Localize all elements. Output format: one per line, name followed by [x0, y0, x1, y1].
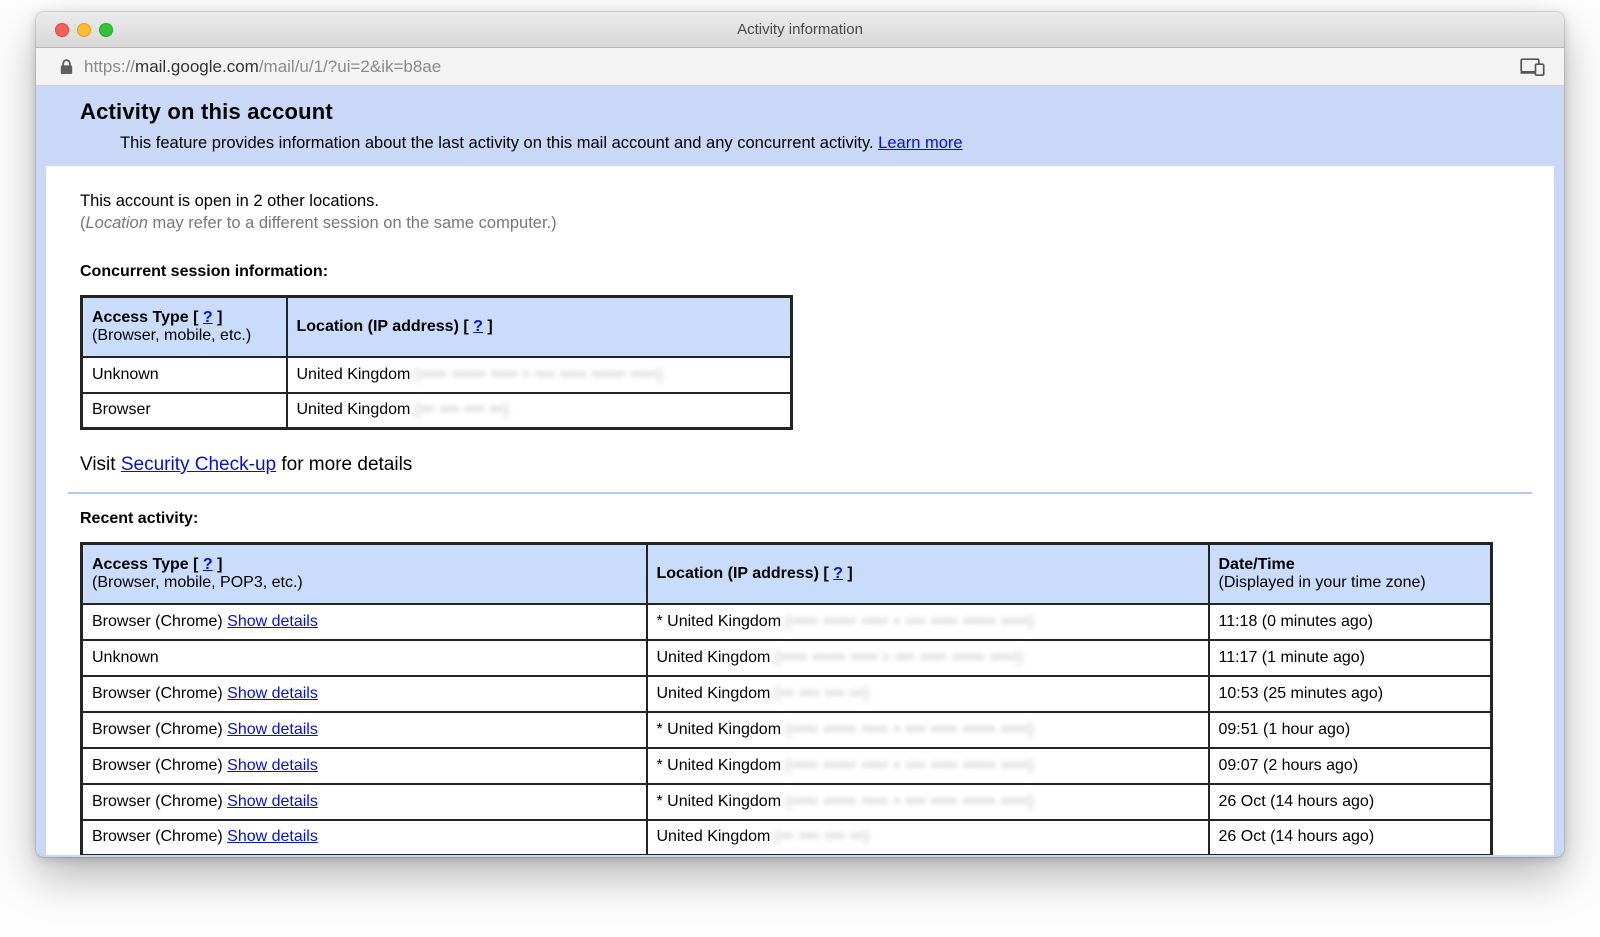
datetime-cell: 26 Oct (14 hours ago): [1209, 820, 1492, 856]
table-row: UnknownUnited Kingdom (•••• ••••• •••• •…: [82, 640, 1492, 676]
location-cell: United Kingdom (•• ••• ••• ••): [647, 676, 1209, 712]
window-title: Activity information: [737, 21, 863, 38]
show-details-link[interactable]: Show details: [227, 721, 318, 738]
devices-icon[interactable]: [1520, 58, 1546, 76]
access-type-cell: Browser (Chrome) Show details: [82, 820, 647, 856]
table-row: Browser (Chrome) Show details* United Ki…: [82, 748, 1492, 784]
learn-more-link[interactable]: Learn more: [878, 134, 962, 152]
show-details-link[interactable]: Show details: [227, 828, 318, 845]
location-note: (Location may refer to a different sessi…: [80, 214, 1520, 233]
page-description: This feature provides information about …: [120, 134, 1520, 153]
column-subtitle: (Browser, mobile, etc.): [92, 327, 251, 344]
show-details-link[interactable]: Show details: [227, 757, 318, 774]
activity-page: Activity on this account This feature pr…: [36, 86, 1564, 855]
location-note-italic: Location: [86, 214, 148, 232]
table-row: Browser (Chrome) Show details* United Ki…: [82, 712, 1492, 748]
location-cell: United Kingdom (•••• ••••• •••• • ••• ••…: [647, 640, 1209, 676]
datetime-cell: 26 Oct (14 hours ago): [1209, 784, 1492, 820]
column-header: Access Type [ ? ](Browser, mobile, POP3,…: [82, 544, 647, 604]
location-cell: United Kingdom (•••• ••••• •••• • ••• ••…: [287, 357, 792, 393]
datetime-cell: 11:17 (1 minute ago): [1209, 640, 1492, 676]
location-cell: * United Kingdom (•••• ••••• •••• • ••• …: [647, 748, 1209, 784]
browser-window: Activity information https://mail.google…: [36, 12, 1564, 857]
lock-icon: [60, 58, 73, 75]
page-header: Activity on this account This feature pr…: [36, 86, 1564, 166]
table-header-row: Access Type [ ? ](Browser, mobile, POP3,…: [82, 544, 1492, 604]
account-open-summary: This account is open in 2 other location…: [80, 192, 1520, 211]
redacted-ip: (•••• ••••• •••• • ••• •••• ••••• ••••): [785, 793, 1034, 810]
content-panel: This account is open in 2 other location…: [46, 166, 1554, 855]
location-cell: * United Kingdom (•••• ••••• •••• • ••• …: [647, 604, 1209, 640]
table-row: UnknownUnited Kingdom (•••• ••••• •••• •…: [82, 357, 792, 393]
redacted-ip: (•• ••• ••• ••): [775, 828, 870, 845]
column-header: Location (IP address) [ ? ]: [287, 297, 792, 357]
concurrent-session-heading: Concurrent session information:: [80, 263, 1520, 281]
redacted-ip: (•••• ••••• •••• • ••• •••• ••••• ••••): [775, 649, 1024, 666]
redacted-ip: (•• ••• ••• ••): [775, 685, 870, 702]
concurrent-session-table: Access Type [ ? ](Browser, mobile, etc.)…: [80, 295, 793, 430]
datetime-cell: 11:18 (0 minutes ago): [1209, 604, 1492, 640]
url-text[interactable]: https://mail.google.com/mail/u/1/?ui=2&i…: [84, 57, 1509, 77]
table-row: Browser (Chrome) Show details* United Ki…: [82, 784, 1492, 820]
show-details-link[interactable]: Show details: [227, 793, 318, 810]
zoom-window-button[interactable]: [99, 23, 113, 37]
redacted-ip: (•• ••• ••• ••): [415, 401, 510, 418]
table-row: Browser (Chrome) Show details* United Ki…: [82, 604, 1492, 640]
url-path: /mail/u/1/?ui=2&ik=b8ae: [259, 57, 441, 76]
page-description-text: This feature provides information about …: [120, 134, 874, 152]
security-checkup-link[interactable]: Security Check-up: [121, 454, 276, 475]
help-link[interactable]: ?: [203, 556, 213, 573]
security-checkup-line: Visit Security Check-up for more details: [80, 454, 1520, 476]
redacted-ip: (•••• ••••• •••• • ••• •••• ••••• ••••): [415, 366, 664, 383]
access-type-cell: Browser (Chrome) Show details: [82, 748, 647, 784]
table-header-row: Access Type [ ? ](Browser, mobile, etc.)…: [82, 297, 792, 357]
show-details-link[interactable]: Show details: [227, 613, 318, 630]
url-domain: mail.google.com: [135, 57, 259, 76]
page-title: Activity on this account: [80, 99, 1520, 125]
datetime-cell: 09:51 (1 hour ago): [1209, 712, 1492, 748]
datetime-cell: 09:07 (2 hours ago): [1209, 748, 1492, 784]
minimize-window-button[interactable]: [77, 23, 91, 37]
redacted-ip: (•••• ••••• •••• • ••• •••• ••••• ••••): [785, 613, 1034, 630]
column-subtitle: (Displayed in your time zone): [1219, 574, 1426, 591]
access-type-cell: Unknown: [82, 357, 287, 393]
recent-activity-heading: Recent activity:: [80, 510, 1520, 528]
redacted-ip: (•••• ••••• •••• • ••• •••• ••••• ••••): [785, 721, 1034, 738]
window-controls: [55, 12, 113, 47]
access-type-cell: Browser (Chrome) Show details: [82, 604, 647, 640]
access-type-cell: Unknown: [82, 640, 647, 676]
url-scheme: https://: [84, 57, 135, 76]
column-header: Date/Time (Displayed in your time zone): [1209, 544, 1492, 604]
access-type-cell: Browser: [82, 393, 287, 429]
table-row: BrowserUnited Kingdom (•• ••• ••• ••): [82, 393, 792, 429]
location-cell: * United Kingdom (•••• ••••• •••• • ••• …: [647, 712, 1209, 748]
column-header: Location (IP address) [ ? ]: [647, 544, 1209, 604]
show-details-link[interactable]: Show details: [227, 685, 318, 702]
window-titlebar[interactable]: Activity information: [36, 12, 1564, 48]
location-cell: United Kingdom (•• ••• ••• ••): [647, 820, 1209, 856]
section-divider: [68, 492, 1532, 494]
datetime-cell: 10:53 (25 minutes ago): [1209, 676, 1492, 712]
location-cell: * United Kingdom (•••• ••••• •••• • ••• …: [647, 784, 1209, 820]
screen: Activity information https://mail.google…: [0, 0, 1600, 937]
table-row: Browser (Chrome) Show detailsUnited King…: [82, 820, 1492, 856]
help-link[interactable]: ?: [833, 565, 843, 582]
recent-activity-table: Access Type [ ? ](Browser, mobile, POP3,…: [80, 542, 1493, 855]
column-header: Access Type [ ? ](Browser, mobile, etc.): [82, 297, 287, 357]
column-subtitle: (Browser, mobile, POP3, etc.): [92, 574, 303, 591]
access-type-cell: Browser (Chrome) Show details: [82, 784, 647, 820]
location-cell: United Kingdom (•• ••• ••• ••): [287, 393, 792, 429]
access-type-cell: Browser (Chrome) Show details: [82, 712, 647, 748]
close-window-button[interactable]: [55, 23, 69, 37]
access-type-cell: Browser (Chrome) Show details: [82, 676, 647, 712]
help-link[interactable]: ?: [473, 318, 483, 335]
table-row: Browser (Chrome) Show detailsUnited King…: [82, 676, 1492, 712]
redacted-ip: (•••• ••••• •••• • ••• •••• ••••• ••••): [785, 757, 1034, 774]
url-bar[interactable]: https://mail.google.com/mail/u/1/?ui=2&i…: [36, 48, 1564, 86]
help-link[interactable]: ?: [203, 309, 213, 326]
